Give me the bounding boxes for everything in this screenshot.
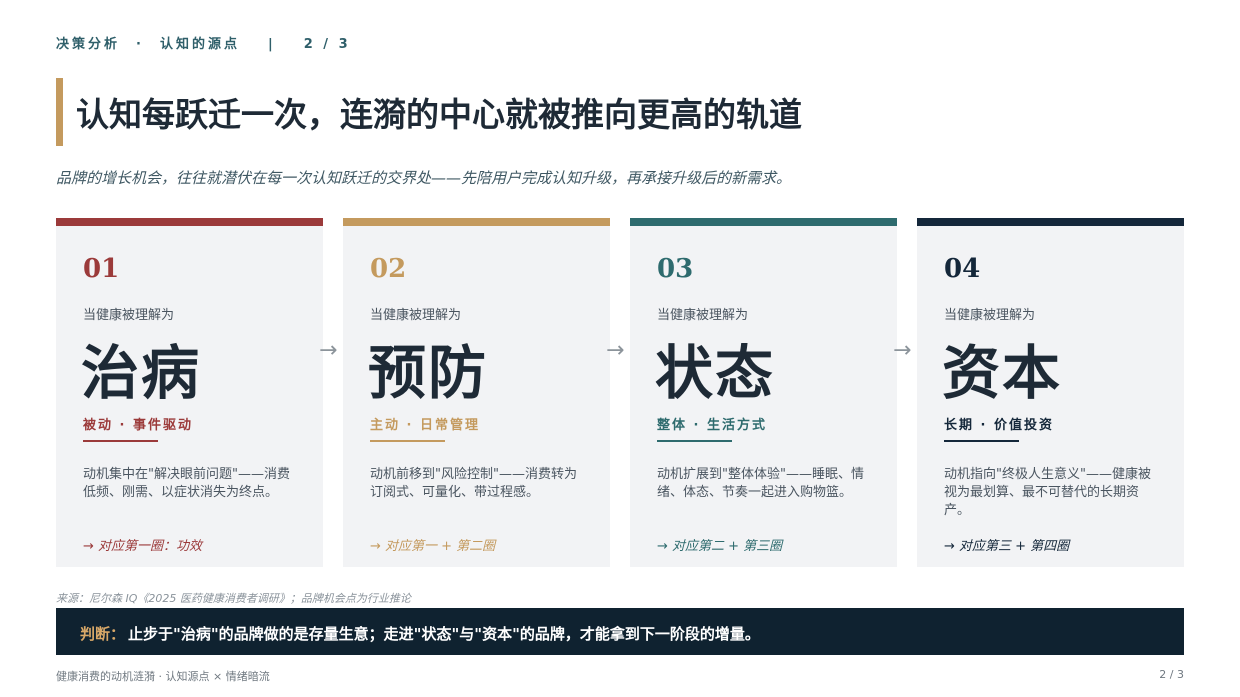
- card-description: 动机指向"终极人生意义"——健康被视为最划算、最不可替代的长期资产。: [944, 467, 1151, 518]
- card-lead: 当健康被理解为: [944, 308, 1036, 323]
- card-mapping: → 对应第三 + 第四圈: [944, 539, 1070, 554]
- arrow-right-icon: →: [606, 338, 625, 363]
- card-mapping: → 对应第一 + 第二圈: [370, 539, 496, 554]
- card-tag: 主动 · 日常管理: [370, 418, 480, 433]
- card-description: 动机前移到"风险控制"——消费转为订阅式、可量化、带过程感。: [370, 467, 577, 500]
- card-rule: [944, 440, 1019, 442]
- card-lead: 当健康被理解为: [83, 308, 175, 323]
- breadcrumb-topic: 认知的源点: [159, 37, 240, 52]
- breadcrumb-page: 2 / 3: [303, 37, 351, 52]
- card-capital: 04 当健康被理解为 资本 长期 · 价值投资 动机指向"终极人生意义"——健康…: [917, 218, 1184, 567]
- card-rule: [657, 440, 732, 442]
- card-description: 动机集中在"解决眼前问题"——消费低频、刚需、以症状消失为终点。: [83, 467, 290, 500]
- card-lead: 当健康被理解为: [370, 308, 462, 323]
- card-lead: 当健康被理解为: [657, 308, 749, 323]
- card-tag: 长期 · 价值投资: [944, 418, 1054, 433]
- title-accent-bar: [56, 78, 63, 146]
- card-stripe: [343, 218, 610, 226]
- card-tag: 整体 · 生活方式: [657, 418, 767, 433]
- page-title: 认知每跃迁一次，连漪的中心就被推向更高的轨道: [76, 95, 802, 134]
- card-keyword: 资本: [942, 339, 1063, 407]
- card-keyword: 预防: [368, 339, 489, 407]
- card-number: 04: [944, 254, 981, 284]
- card-number: 01: [83, 254, 120, 284]
- card-stripe: [917, 218, 1184, 226]
- card-keyword: 治病: [81, 339, 202, 407]
- arrow-right-icon: →: [893, 338, 912, 363]
- footer-page-number: 2 / 3: [1159, 668, 1184, 681]
- source-note: 来源：尼尔森 IQ《2025 医药健康消费者调研》；品牌机会点为行业推论: [56, 592, 411, 605]
- card-stripe: [630, 218, 897, 226]
- card-number: 03: [657, 254, 694, 284]
- card-stripe: [56, 218, 323, 226]
- card-number: 02: [370, 254, 407, 284]
- card-prevent: 02 当健康被理解为 预防 主动 · 日常管理 动机前移到"风险控制"——消费转…: [343, 218, 610, 567]
- breadcrumb-pipe: |: [267, 37, 276, 52]
- arrow-right-icon: →: [319, 338, 338, 363]
- breadcrumb-section: 决策分析: [56, 37, 121, 52]
- card-description: 动机扩展到"整体体验"——睡眠、情绪、体态、节奏一起进入购物篮。: [657, 467, 864, 500]
- card-mapping: → 对应第二 + 第三圈: [657, 539, 783, 554]
- verdict-text: 止步于"治病"的品牌做的是存量生意；走进"状态"与"资本"的品牌，才能拿到下一阶…: [128, 625, 760, 643]
- card-keyword: 状态: [655, 339, 776, 407]
- breadcrumb-dot: ·: [136, 37, 144, 52]
- card-rule: [370, 440, 445, 442]
- verdict-label: 判断：: [80, 625, 126, 643]
- card-mapping: → 对应第一圈：功效: [83, 539, 203, 554]
- page-subtitle: 品牌的增长机会，往往就潜伏在每一次认知跃迁的交界处——先陪用户完成认知升级，再承…: [56, 169, 792, 187]
- card-cure: 01 当健康被理解为 治病 被动 · 事件驱动 动机集中在"解决眼前问题"——消…: [56, 218, 323, 567]
- card-rule: [83, 440, 158, 442]
- footer-title: 健康消费的动机涟漪 · 认知源点 × 情绪暗流: [56, 670, 270, 683]
- breadcrumb: 决策分析 · 认知的源点 | 2 / 3: [56, 33, 351, 52]
- card-tag: 被动 · 事件驱动: [83, 418, 193, 433]
- verdict-banner: 判断： 止步于"治病"的品牌做的是存量生意；走进"状态"与"资本"的品牌，才能拿…: [56, 608, 1184, 655]
- card-state: 03 当健康被理解为 状态 整体 · 生活方式 动机扩展到"整体体验"——睡眠、…: [630, 218, 897, 567]
